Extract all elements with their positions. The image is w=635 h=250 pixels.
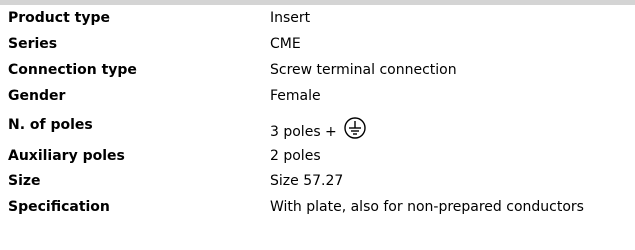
spec-label: Series (8, 36, 58, 52)
spec-value: 3 poles + (270, 124, 337, 140)
spec-row-specification: Specification With plate, also for non-p… (0, 193, 635, 219)
spec-label: Size (8, 173, 41, 189)
spec-table: Product type Insert Series CME Connectio… (0, 5, 635, 219)
spec-label: Connection type (8, 62, 137, 78)
spec-label: Product type (8, 10, 110, 26)
spec-row-connection-type: Connection type Screw terminal connectio… (0, 57, 635, 83)
spec-label: Auxiliary poles (8, 148, 125, 164)
spec-value: Screw terminal connection (270, 62, 457, 78)
protective-earth-ground-icon (344, 117, 366, 139)
spec-value: With plate, also for non-prepared conduc… (270, 199, 584, 215)
spec-label: N. of poles (8, 117, 93, 133)
spec-label: Gender (8, 88, 66, 104)
spec-value-poles: 3 poles + (270, 117, 366, 141)
spec-label: Specification (8, 199, 110, 215)
spec-value: Female (270, 88, 321, 104)
spec-row-series: Series CME (0, 31, 635, 57)
spec-row-poles: N. of poles 3 poles + (0, 109, 635, 143)
spec-value: CME (270, 36, 301, 52)
spec-row-gender: Gender Female (0, 83, 635, 109)
spec-row-auxiliary-poles: Auxiliary poles 2 poles (0, 143, 635, 168)
spec-value: Insert (270, 10, 311, 26)
spec-row-product-type: Product type Insert (0, 5, 635, 31)
spec-row-size: Size Size 57.27 (0, 168, 635, 193)
spec-value: Size 57.27 (270, 173, 344, 189)
spec-value: 2 poles (270, 148, 321, 164)
